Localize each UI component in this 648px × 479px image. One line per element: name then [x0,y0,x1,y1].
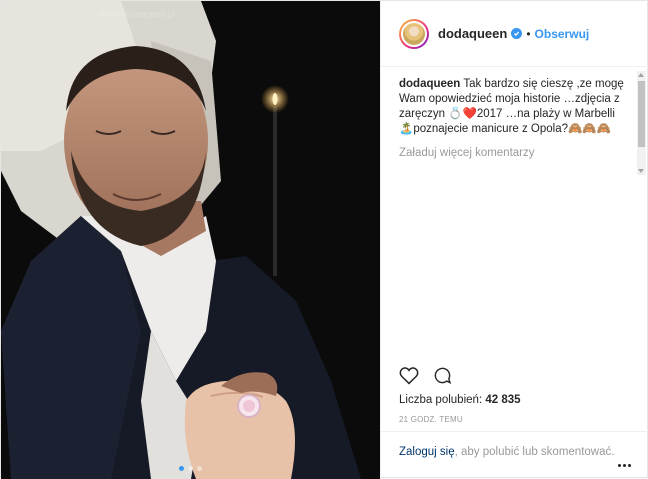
post-side-panel: dodaqueen • Obserwuj dodaqueen Tak bardz… [380,1,648,479]
carousel-dot [179,466,184,471]
like-count: Liczba polubień: 42 835 [399,394,521,406]
scroll-up-arrow-icon[interactable] [638,73,644,77]
carousel-indicator [1,466,380,471]
avatar[interactable] [399,18,429,49]
post-timestamp[interactable]: 21 GODZ. TEMU [399,415,463,424]
header-separator: • [526,26,531,41]
verified-badge-icon [511,28,523,39]
carousel-dot [197,466,202,471]
post-caption: dodaqueen Tak bardzo się cieszę ,ze mogę… [399,77,631,137]
avatar-image [401,20,427,47]
load-more-comments-button[interactable]: Załaduj więcej komentarzy [399,147,631,159]
caption-username[interactable]: dodaqueen [399,78,460,90]
follow-button[interactable]: Obserwuj [535,27,590,41]
photo-image [1,1,380,479]
username-link[interactable]: dodaqueen [438,26,507,41]
more-options-icon[interactable] [618,464,631,467]
likes-label: Liczba polubień: [399,394,483,406]
photo-watermark: www.dodaqueen.pl [99,9,176,19]
post-header: dodaqueen • Obserwuj [381,1,648,67]
post-actions [399,366,452,390]
login-link[interactable]: Zaloguj się [399,446,455,458]
comment-icon[interactable] [433,366,452,390]
scroll-down-arrow-icon[interactable] [638,169,644,173]
comments-section: dodaqueen Tak bardzo się cieszę ,ze mogę… [381,67,648,177]
login-prompt: Zaloguj się, aby polubić lub skomentować… [381,431,648,479]
scrollbar-thumb[interactable] [638,81,645,147]
instagram-post: www.dodaqueen.pl dodaqueen • Obserwuj do… [0,0,648,479]
login-prompt-text: , aby polubić lub skomentować. [454,446,615,458]
carousel-dot [188,466,193,471]
comments-scrollbar[interactable] [637,71,646,175]
likes-number[interactable]: 42 835 [485,394,520,406]
heart-icon[interactable] [399,366,419,390]
post-photo[interactable]: www.dodaqueen.pl [1,1,380,479]
